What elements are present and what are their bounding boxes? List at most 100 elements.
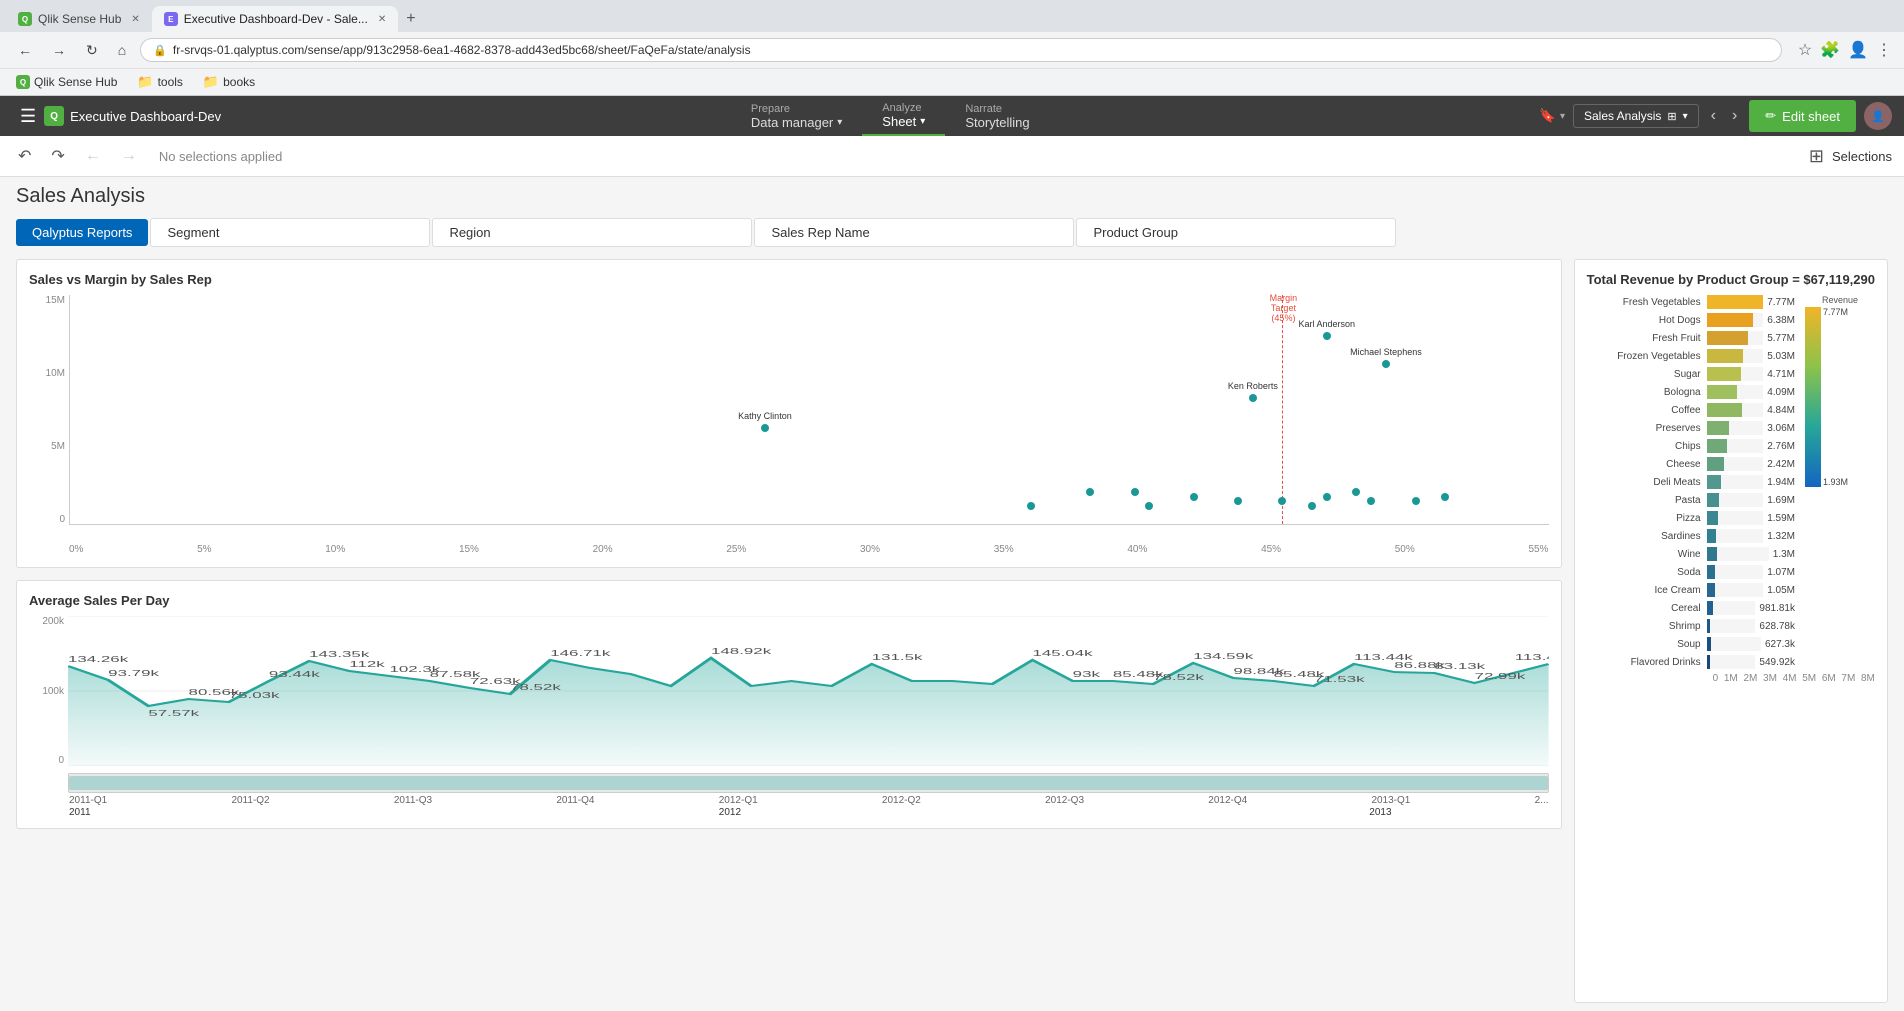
bar-fill (1707, 295, 1764, 309)
bar-track (1707, 565, 1764, 579)
table-row: Ice Cream1.05M (1587, 583, 1795, 597)
x-55: 55% (1528, 544, 1548, 555)
filter-region[interactable]: Region (432, 218, 752, 247)
table-row: Sardines1.32M (1587, 529, 1795, 543)
margin-target-line: MarginTarget (45%) (1282, 295, 1283, 524)
bar-track (1707, 601, 1756, 615)
nav-data-manager[interactable]: Prepare Data manager ▾ (731, 96, 862, 136)
filter-product-group[interactable]: Product Group (1076, 218, 1396, 247)
bar-chart-container: Total Revenue by Product Group = $67,119… (1574, 259, 1888, 1003)
forward-button[interactable]: → (46, 40, 72, 60)
address-bar: ← → ↻ ⌂ 🔒 fr-srvqs-01.qalyptus.com/sense… (0, 32, 1904, 68)
new-tab-button[interactable]: + (398, 6, 423, 32)
bar-value: 981.81k (1755, 603, 1795, 614)
profile-button[interactable]: 👤 (1848, 40, 1868, 60)
svg-text:146.71k: 146.71k (550, 649, 611, 658)
filter-sales-rep[interactable]: Sales Rep Name (754, 218, 1074, 247)
q-2012-4: 2012-Q4 (1208, 795, 1247, 806)
sheet-name-button[interactable]: Sales Analysis ⊞ ▾ (1573, 104, 1699, 128)
menu-button[interactable]: ⋮ (1876, 40, 1892, 60)
reload-button[interactable]: ↻ (80, 40, 104, 61)
bar-label: Bologna (1587, 387, 1707, 398)
q-2011-1: 2011-Q1 (69, 795, 107, 806)
bookmark-tools[interactable]: 📁 tools (133, 72, 187, 92)
tab-close-dashboard[interactable]: ✕ (378, 14, 386, 25)
x-0: 0% (69, 544, 83, 555)
grid-view-button[interactable]: ⊞ (1809, 146, 1824, 167)
y-label-0: 0 (29, 514, 65, 525)
svg-text:112k: 112k (349, 660, 385, 669)
undo-button[interactable]: ← (79, 143, 107, 169)
tab-qlik-hub[interactable]: Q Qlik Sense Hub ✕ (6, 6, 152, 32)
bar-label: Cereal (1587, 603, 1707, 614)
scatter-chart: 15M 10M 5M 0 MarginTarget (45%) Karl And… (29, 295, 1549, 555)
bookmark-books-label: books (223, 75, 255, 89)
bookmark-sheet-button[interactable]: 🔖 ▾ (1539, 108, 1565, 124)
menu-hamburger-button[interactable]: ☰ (12, 102, 44, 131)
bar-chart-title: Total Revenue by Product Group = $67,119… (1587, 272, 1875, 287)
bar-label: Coffee (1587, 405, 1707, 416)
bar-fill (1707, 349, 1744, 363)
x-axis-1m: 1M (1724, 673, 1738, 684)
bookmark-qlik[interactable]: Q Qlik Sense Hub (12, 73, 121, 91)
tab-close-hub[interactable]: ✕ (131, 14, 139, 25)
url-bar[interactable]: 🔒 fr-srvqs-01.qalyptus.com/sense/app/913… (140, 38, 1782, 62)
line-svg: 134.26k 93.79k 57.57k 80.56k 75.03k 93.4… (68, 616, 1549, 766)
svg-text:75.03k: 75.03k (229, 691, 280, 700)
line-x-quarters: 2011-Q1 2011-Q2 2011-Q3 2011-Q4 2012-Q1 … (29, 795, 1549, 806)
table-row: Fresh Fruit5.77M (1587, 331, 1795, 345)
star-button[interactable]: ☆ (1798, 40, 1812, 60)
bar-track (1707, 493, 1764, 507)
bar-value: 1.05M (1763, 585, 1795, 596)
scatter-plot-area: MarginTarget (45%) Karl Anderson Michael… (69, 295, 1549, 525)
user-avatar[interactable]: 👤 (1864, 102, 1892, 130)
bookmark-books[interactable]: 📁 books (199, 72, 259, 92)
next-sheet-button[interactable]: › (1728, 103, 1741, 129)
bar-fill (1707, 619, 1711, 633)
selection-back-button[interactable]: ↶ (12, 142, 37, 170)
page-title: Sales Analysis (16, 185, 1888, 208)
nav-storytelling[interactable]: Narrate Storytelling (945, 96, 1049, 136)
bookmarks-bar: Q Qlik Sense Hub 📁 tools 📁 books (0, 68, 1904, 95)
bar-fill (1707, 475, 1721, 489)
x-20: 20% (593, 544, 613, 555)
y-label-5m: 5M (29, 441, 65, 452)
filter-segment[interactable]: Segment (150, 218, 430, 247)
home-button[interactable]: ⌂ (112, 40, 132, 60)
bar-label: Hot Dogs (1587, 315, 1707, 326)
prev-sheet-button[interactable]: ‹ (1707, 103, 1720, 129)
filter-qalyptus-reports[interactable]: Qalyptus Reports (16, 219, 148, 246)
bar-track (1707, 637, 1761, 651)
bar-fill (1707, 511, 1719, 525)
svg-text:145.04k: 145.04k (1033, 649, 1094, 658)
bar-label: Frozen Vegetables (1587, 351, 1707, 362)
bar-value: 7.77M (1763, 297, 1795, 308)
dot-kathy (761, 424, 769, 432)
redo-button[interactable]: → (115, 143, 143, 169)
selection-forward-button[interactable]: ↷ (45, 142, 70, 170)
bar-label: Pizza (1587, 513, 1707, 524)
browser-chrome: Q Qlik Sense Hub ✕ E Executive Dashboard… (0, 0, 1904, 96)
back-button[interactable]: ← (12, 40, 38, 60)
tab-dashboard[interactable]: E Executive Dashboard-Dev - Sale... ✕ (152, 6, 398, 32)
bar-track (1707, 349, 1764, 363)
q-2011-4: 2011-Q4 (556, 795, 594, 806)
extensions-button[interactable]: 🧩 (1820, 40, 1840, 60)
bar-track (1707, 313, 1764, 327)
bar-label: Sugar (1587, 369, 1707, 380)
bar-fill (1707, 457, 1725, 471)
line-chart-scrollbar[interactable] (68, 773, 1549, 793)
table-row: Sugar4.71M (1587, 367, 1795, 381)
edit-sheet-button[interactable]: ✏ Edit sheet (1749, 100, 1856, 132)
bar-label: Soup (1587, 639, 1707, 650)
bar-fill (1707, 439, 1727, 453)
scatter-chart-container: Sales vs Margin by Sales Rep 15M 10M 5M … (16, 259, 1562, 568)
bar-value: 1.07M (1763, 567, 1795, 578)
bookmark-tools-label: tools (158, 75, 183, 89)
bar-fill (1707, 547, 1718, 561)
selections-button[interactable]: Selections (1832, 149, 1892, 164)
table-row: Coffee4.84M (1587, 403, 1795, 417)
nav-sheet[interactable]: Analyze Sheet ▾ (862, 96, 945, 136)
svg-text:78.52k: 78.52k (1153, 673, 1204, 682)
bar-value: 1.32M (1763, 531, 1795, 542)
